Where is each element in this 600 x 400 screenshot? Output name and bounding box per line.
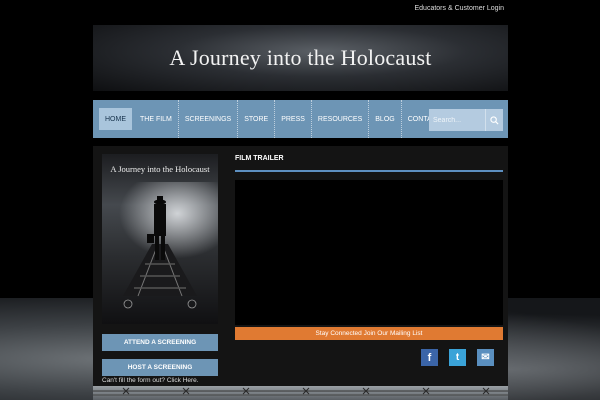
search-icon — [490, 115, 499, 125]
form-help-link[interactable]: Can't fill the form out? Click Here. — [102, 377, 199, 384]
poster-art — [102, 182, 218, 309]
twitter-icon: t — [455, 352, 460, 363]
section-title: FILM TRAILER — [235, 155, 284, 162]
trailer-video-player[interactable] — [235, 180, 503, 325]
facebook-icon: f — [427, 351, 432, 364]
barbed-wire-art — [93, 387, 508, 396]
search-box — [429, 109, 503, 131]
email-button[interactable]: ✉ — [477, 349, 494, 366]
content-area: A Journey into the Holocaust ATTEND A SC… — [93, 146, 508, 400]
search-button[interactable] — [485, 109, 503, 131]
barbed-wire-footer — [93, 386, 508, 400]
film-poster[interactable]: A Journey into the Holocaust — [102, 154, 218, 324]
search-input[interactable] — [429, 109, 485, 131]
nav-item-store[interactable]: STORE — [238, 100, 276, 138]
host-screening-button[interactable]: HOST A SCREENING — [102, 359, 218, 376]
mailing-list-button[interactable]: Stay Connected Join Our Mailing List — [235, 327, 503, 340]
nav-item-blog[interactable]: BLOG — [369, 100, 402, 138]
nav-item-the-film[interactable]: THE FILM — [134, 100, 179, 138]
nav-item-resources[interactable]: RESOURCES — [312, 100, 370, 138]
educator-login-link[interactable]: Educators & Customer Login — [415, 5, 505, 12]
nav-item-home[interactable]: HOME — [99, 108, 132, 130]
section-divider — [235, 170, 503, 172]
banner-title: A Journey into the Holocaust — [169, 45, 432, 70]
twitter-button[interactable]: t — [449, 349, 466, 366]
main-nav: HOME THE FILM SCREENINGS STORE PRESS RES… — [93, 100, 508, 138]
email-icon: ✉ — [481, 352, 490, 363]
facebook-button[interactable]: f — [421, 349, 438, 366]
attend-screening-button[interactable]: ATTEND A SCREENING — [102, 334, 218, 351]
site-banner[interactable]: A Journey into the Holocaust — [93, 25, 508, 91]
nav-item-press[interactable]: PRESS — [275, 100, 312, 138]
nav-item-screenings[interactable]: SCREENINGS — [179, 100, 239, 138]
